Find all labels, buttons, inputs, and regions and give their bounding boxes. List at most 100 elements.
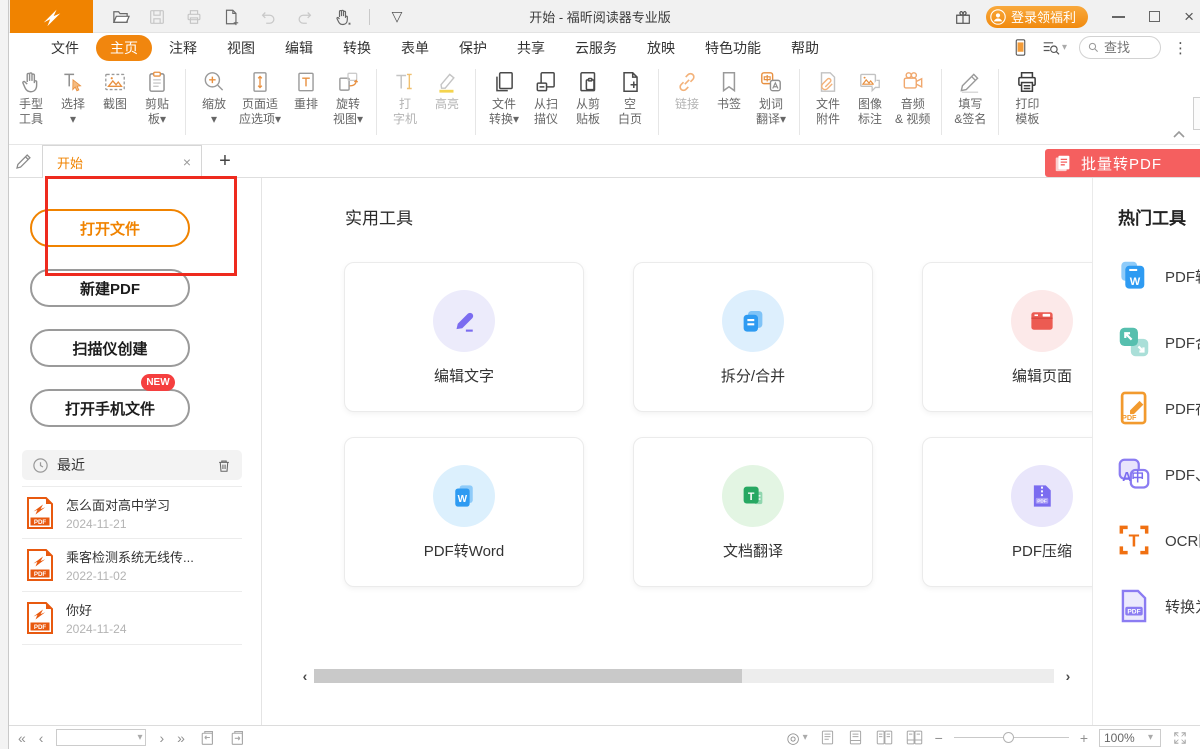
zoom-slider[interactable] — [954, 732, 1069, 744]
menu-comment[interactable]: 注释 — [154, 35, 212, 61]
card-edit-page[interactable]: 编辑页面 — [922, 262, 1092, 412]
more-options-icon[interactable]: ⋮ — [1173, 39, 1188, 57]
new-tab-button[interactable]: + — [212, 147, 238, 175]
ribbon-reflow[interactable]: 重排 — [286, 67, 326, 127]
ribbon-convert-files[interactable]: 文件 转换▾ — [484, 67, 524, 127]
scroll-left-icon[interactable]: ‹ — [296, 668, 314, 683]
ribbon-from-clipboard[interactable]: 从剪 贴板 — [568, 67, 608, 127]
continuous-view-icon[interactable] — [847, 729, 864, 746]
zoom-level-input[interactable] — [1104, 731, 1144, 745]
ribbon-select[interactable]: 选择 ▾ — [53, 67, 93, 127]
ribbon-hand-tool[interactable]: 手型 工具 — [11, 67, 51, 127]
popular-pdf-to-word[interactable]: W PDF转 — [1115, 256, 1200, 296]
popular-ocr[interactable]: T OCR图 — [1115, 520, 1200, 560]
menu-help[interactable]: 帮助 — [776, 35, 834, 61]
page-input-caret-icon[interactable]: ▾ — [137, 732, 142, 743]
menu-features[interactable]: 特色功能 — [690, 35, 776, 61]
login-button[interactable]: 登录领福利 — [986, 6, 1088, 28]
open-file-button[interactable]: 打开文件 — [30, 209, 190, 247]
tab-start[interactable]: 开始 × — [42, 145, 202, 178]
ribbon-audio-video[interactable]: 音频 & 视频 — [892, 67, 933, 127]
foxit-logo[interactable] — [10, 0, 93, 33]
scrollbar-thumb[interactable] — [314, 669, 742, 683]
search-box[interactable] — [1079, 36, 1161, 59]
zoom-slider-knob[interactable] — [1003, 732, 1014, 743]
card-doc-translate[interactable]: T 文档翻译 — [633, 437, 873, 587]
menu-cloud[interactable]: 云服务 — [560, 35, 632, 61]
horizontal-scrollbar[interactable]: ‹ › — [296, 668, 1082, 683]
card-pdf-compress[interactable]: PDF PDF压缩 — [922, 437, 1092, 587]
scroll-right-icon[interactable]: › — [1054, 668, 1082, 683]
ribbon-blank-page[interactable]: 空 白页 — [610, 67, 650, 127]
zoom-out-icon[interactable]: − — [935, 730, 943, 746]
card-split-merge[interactable]: 拆分/合并 — [633, 262, 873, 412]
open-folder-icon[interactable] — [110, 7, 130, 27]
prev-page-icon[interactable]: ‹ — [39, 730, 44, 746]
rename-pencil-icon[interactable] — [14, 151, 34, 171]
tab-close-icon[interactable]: × — [183, 154, 191, 170]
previous-view-icon[interactable] — [198, 729, 215, 746]
new-document-icon[interactable] — [221, 7, 241, 27]
menu-view[interactable]: 视图 — [212, 35, 270, 61]
customize-quickbar-icon[interactable]: ▽ — [387, 7, 407, 27]
popular-pdf-translate[interactable]: A中 PDF、 — [1115, 454, 1200, 494]
gift-icon[interactable] — [954, 8, 972, 26]
menu-edit[interactable]: 编辑 — [270, 35, 328, 61]
close-button[interactable]: × — [1184, 8, 1194, 25]
popular-convert-to[interactable]: PDF 转换为 — [1115, 586, 1200, 626]
menu-present[interactable]: 放映 — [632, 35, 690, 61]
ribbon-collapse-icon[interactable] — [1172, 130, 1186, 139]
open-mobile-file-button[interactable]: 打开手机文件 — [30, 389, 190, 427]
ribbon-page-fit[interactable]: 页面适 应选项▾ — [236, 67, 284, 127]
ribbon-fill-sign[interactable]: 填写 &签名 — [950, 67, 990, 127]
batch-convert-banner[interactable]: 批量转PDF — [1045, 149, 1200, 177]
ribbon-snapshot[interactable]: 截图 — [95, 67, 135, 127]
menu-form[interactable]: 表单 — [386, 35, 444, 61]
recent-file-item[interactable]: PDF 乘客检测系统无线传... 2022-11-02 — [22, 539, 242, 592]
ribbon-from-scanner[interactable]: 从扫 描仪 — [526, 67, 566, 127]
card-edit-text[interactable]: 编辑文字 — [344, 262, 584, 412]
single-page-view-icon[interactable] — [819, 729, 836, 746]
first-page-icon[interactable]: « — [18, 730, 26, 746]
menu-file[interactable]: 文件 — [36, 35, 94, 61]
new-pdf-button[interactable]: 新建PDF — [30, 269, 190, 307]
facing-view-icon[interactable] — [875, 729, 894, 746]
collapsed-panel-tab[interactable] — [1193, 97, 1200, 130]
search-input[interactable] — [1104, 40, 1152, 55]
zoom-in-icon[interactable]: + — [1080, 730, 1088, 746]
next-view-icon[interactable] — [228, 729, 245, 746]
recent-file-item[interactable]: PDF 你好 2024-11-24 — [22, 592, 242, 645]
mobile-phone-icon[interactable] — [1012, 38, 1029, 57]
menu-protect[interactable]: 保护 — [444, 35, 502, 61]
fullscreen-icon[interactable] — [1172, 730, 1188, 746]
next-page-icon[interactable]: › — [159, 730, 164, 746]
popular-pdf-online[interactable]: PDF PDF在 — [1115, 388, 1200, 428]
menu-home[interactable]: 主页 — [96, 35, 152, 61]
scanner-create-button[interactable]: 扫描仪创建 — [30, 329, 190, 367]
scrollbar-track[interactable] — [314, 669, 1054, 683]
hand-pointer-icon[interactable] — [332, 7, 352, 27]
zoom-caret-icon[interactable]: ▾ — [1148, 732, 1153, 743]
ribbon-file-attachment[interactable]: 文件 附件 — [808, 67, 848, 127]
ribbon-clipboard[interactable]: 剪贴 板▾ — [137, 67, 177, 127]
card-pdf-to-word[interactable]: W PDF转Word — [344, 437, 584, 587]
page-number-input[interactable]: ▾ — [56, 729, 146, 746]
facing-continuous-view-icon[interactable] — [905, 729, 924, 746]
ribbon-image-annotation[interactable]: 图像 标注 — [850, 67, 890, 127]
ribbon-bookmark[interactable]: 书签 — [709, 67, 749, 127]
view-rotation-control[interactable]: ◎ ▾ — [787, 729, 808, 747]
ribbon-rotate-view[interactable]: 旋转 视图▾ — [328, 67, 368, 127]
maximize-button[interactable] — [1149, 11, 1160, 22]
popular-pdf-convert[interactable]: PDF合 — [1115, 322, 1200, 362]
ribbon-print-template[interactable]: 打印 模板 — [1007, 67, 1047, 127]
ribbon-word-translate[interactable]: 划词 翻译▾ — [751, 67, 791, 127]
last-page-icon[interactable]: » — [177, 730, 185, 746]
recent-file-item[interactable]: PDF 怎么面对高中学习 2024-11-21 — [22, 486, 242, 539]
trash-icon[interactable] — [216, 457, 232, 474]
zoom-level-box[interactable]: ▾ — [1099, 729, 1161, 747]
menu-share[interactable]: 共享 — [502, 35, 560, 61]
find-options-icon[interactable]: ▾ — [1041, 39, 1067, 56]
ribbon-zoom[interactable]: 缩放 ▾ — [194, 67, 234, 127]
menu-convert[interactable]: 转换 — [328, 35, 386, 61]
minimize-button[interactable] — [1112, 16, 1125, 18]
